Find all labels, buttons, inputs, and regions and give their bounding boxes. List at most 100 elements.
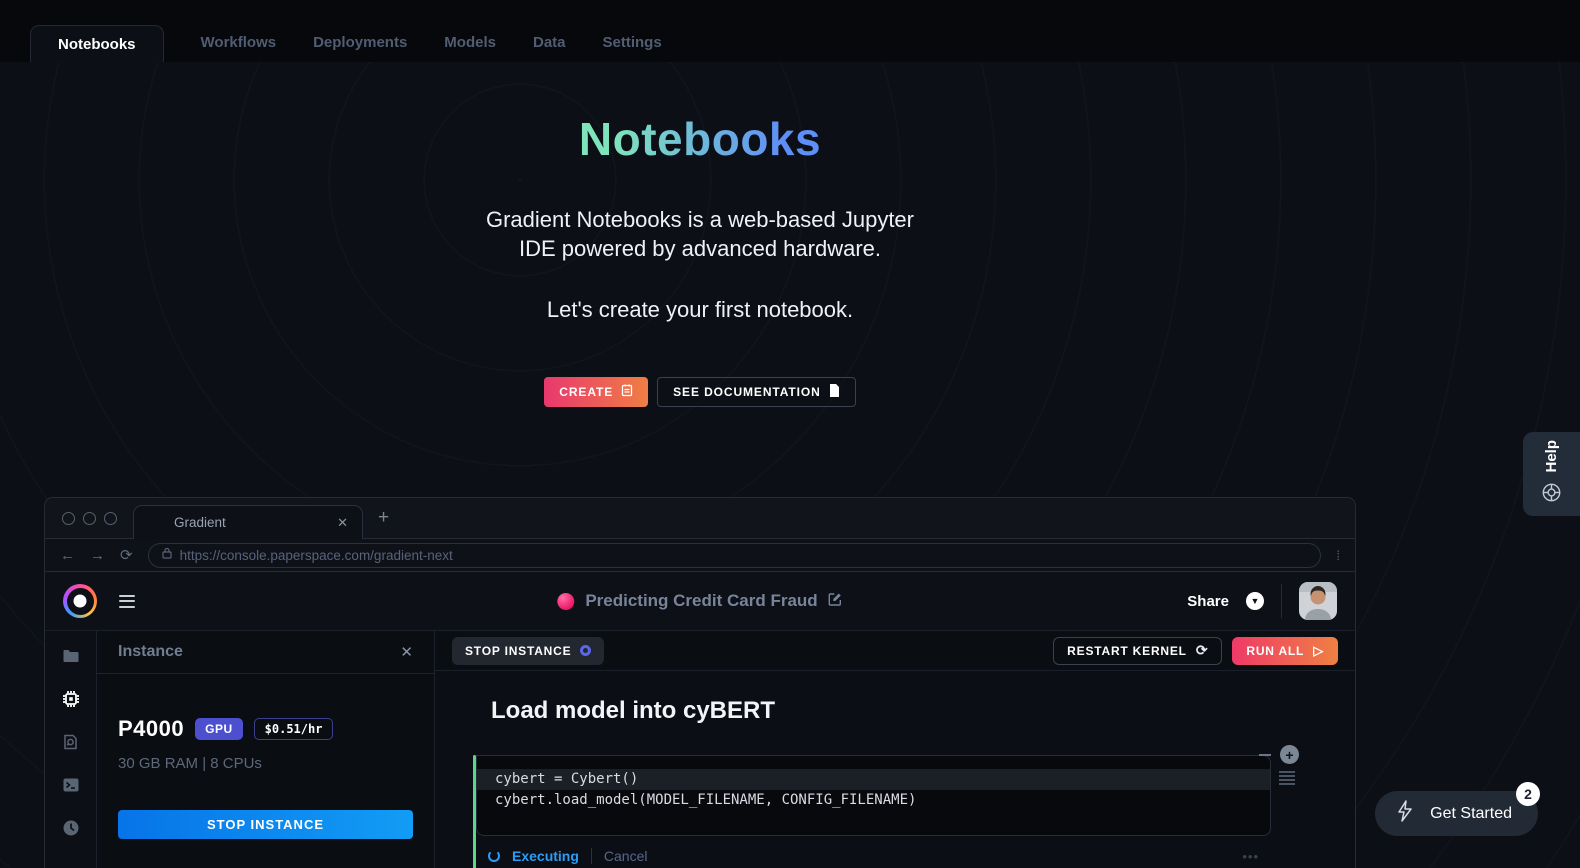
tab-deployments[interactable]: Deployments xyxy=(313,34,407,62)
tab-data[interactable]: Data xyxy=(533,34,566,62)
cell-status-row: Executing Cancel ••• xyxy=(476,836,1271,864)
browser-tab-title: Gradient xyxy=(174,515,226,530)
code-line[interactable]: cybert = Cybert() xyxy=(477,769,1270,790)
price-badge: $0.51/hr xyxy=(253,718,334,740)
help-tab[interactable]: Help xyxy=(1523,432,1580,516)
hero-cta-line: Let's create your first notebook. xyxy=(546,297,854,323)
window-minimize-icon[interactable] xyxy=(83,511,96,525)
tab-close-icon[interactable]: ✕ xyxy=(337,515,348,531)
get-started-button[interactable]: Get Started 2 xyxy=(1375,782,1540,836)
forward-icon[interactable]: → xyxy=(90,547,105,564)
collapse-cell-icon[interactable] xyxy=(1259,753,1271,756)
create-button-label: CREATE xyxy=(559,385,614,400)
create-button[interactable]: CREATE xyxy=(544,377,649,408)
instance-panel-close-icon[interactable]: ✕ xyxy=(400,643,413,661)
see-documentation-label: SEE DOCUMENTATION xyxy=(673,385,821,400)
window-controls[interactable] xyxy=(62,511,117,525)
instance-panel-title: Instance xyxy=(118,643,183,660)
restart-kernel-button[interactable]: RESTART KERNEL ⟳ xyxy=(1053,636,1223,665)
document-icon xyxy=(829,384,840,400)
tab-notebooks[interactable]: Notebooks xyxy=(30,25,164,62)
browser-url-row: ← → ⟳ https://console.paperspace.com/gra… xyxy=(45,539,1355,572)
screen: Notebooks Workflows Deployments Models D… xyxy=(0,0,1580,868)
spinner-icon xyxy=(488,850,500,862)
notebook-title: Predicting Credit Card Fraud xyxy=(585,591,818,610)
header-right: Share ▼ xyxy=(1187,582,1337,620)
refresh-icon[interactable]: ⟳ xyxy=(120,546,133,564)
back-icon[interactable]: ← xyxy=(60,547,75,564)
notebook-color-dot-icon xyxy=(557,592,575,610)
instance-icon[interactable] xyxy=(62,690,80,708)
restart-icon: ⟳ xyxy=(1195,642,1209,658)
code-cell[interactable]: cybert = Cybert() cybert.load_model(MODE… xyxy=(473,755,1271,868)
run-all-label: RUN ALL xyxy=(1246,643,1305,658)
toolbar-stop-instance-button[interactable]: STOP INSTANCE xyxy=(452,636,605,665)
address-bar[interactable]: https://console.paperspace.com/gradient-… xyxy=(147,542,1322,568)
notebook-main-area: STOP INSTANCE RESTART KERNEL ⟳ RUN ALL ▷… xyxy=(435,631,1355,868)
edit-icon[interactable] xyxy=(828,592,843,611)
play-icon: ▷ xyxy=(1313,642,1324,658)
hero-section: Notebooks Gradient Notebooks is a web-ba… xyxy=(230,62,1170,408)
add-cell-icon[interactable]: + xyxy=(1280,745,1299,764)
lifebuoy-icon xyxy=(1541,482,1562,508)
toolbar-stop-instance-label: STOP INSTANCE xyxy=(465,643,572,658)
machine-row: P4000 GPU $0.51/hr xyxy=(118,716,413,742)
tab-workflows[interactable]: Workflows xyxy=(201,34,277,62)
new-tab-icon[interactable]: + xyxy=(378,507,389,529)
gpu-badge: GPU xyxy=(195,718,243,740)
notebook-title-group: Predicting Credit Card Fraud xyxy=(557,591,842,611)
paperspace-logo-ball xyxy=(73,594,87,608)
stop-instance-button[interactable]: STOP INSTANCE xyxy=(118,810,413,839)
share-button[interactable]: Share xyxy=(1187,593,1229,610)
instance-status-icon xyxy=(580,645,592,656)
header-divider xyxy=(1281,584,1282,618)
share-chevron-icon[interactable]: ▼ xyxy=(1246,592,1264,610)
code-editor[interactable]: cybert = Cybert() cybert.load_model(MODE… xyxy=(476,755,1271,836)
tab-notebooks-label: Notebooks xyxy=(58,35,136,53)
tab-models[interactable]: Models xyxy=(444,34,496,62)
instance-panel-body: P4000 GPU $0.51/hr 30 GB RAM | 8 CPUs ST… xyxy=(97,674,434,839)
hero-buttons: CREATE SEE DOCUMENTATION xyxy=(230,377,1170,408)
get-started-label: Get Started xyxy=(1430,804,1512,822)
instance-panel: Instance ✕ P4000 GPU $0.51/hr 30 GB RAM … xyxy=(97,631,435,868)
sidebar-rail xyxy=(45,631,97,868)
see-documentation-button[interactable]: SEE DOCUMENTATION xyxy=(657,377,856,408)
history-clock-icon[interactable] xyxy=(62,819,80,837)
notebook-content: Load model into cyBERT cybert = Cybert()… xyxy=(435,671,1355,868)
cell-controls: + xyxy=(1259,745,1299,764)
browser-menu-icon[interactable]: ⁞ xyxy=(1336,549,1340,562)
browser-window: Gradient ✕ + ← → ⟳ https://console.paper… xyxy=(44,497,1356,868)
notebook-toolbar: STOP INSTANCE RESTART KERNEL ⟳ RUN ALL ▷ xyxy=(435,631,1355,671)
paperspace-logo[interactable] xyxy=(63,584,97,618)
notebook-icon xyxy=(621,384,633,400)
cancel-link[interactable]: Cancel xyxy=(604,848,648,864)
hero-subtitle: Gradient Notebooks is a web-based Jupyte… xyxy=(485,207,914,261)
terminal-icon[interactable] xyxy=(62,776,80,794)
code-line[interactable]: cybert.load_model(MODEL_FILENAME, CONFIG… xyxy=(477,790,1270,811)
cell-list-icon[interactable] xyxy=(1279,771,1295,785)
instance-panel-header: Instance ✕ xyxy=(97,631,434,674)
machine-specs: 30 GB RAM | 8 CPUs xyxy=(118,755,262,772)
browser-chrome: Gradient ✕ + xyxy=(45,498,1355,539)
page-title: Notebooks xyxy=(578,113,822,165)
top-navigation: Notebooks Workflows Deployments Models D… xyxy=(0,0,1580,62)
logs-search-icon[interactable] xyxy=(62,733,80,751)
run-all-button[interactable]: RUN ALL ▷ xyxy=(1232,636,1338,665)
browser-tab[interactable]: Gradient ✕ xyxy=(133,505,363,539)
menu-icon[interactable] xyxy=(119,594,135,608)
restart-kernel-label: RESTART KERNEL xyxy=(1067,643,1187,658)
executing-status: Executing xyxy=(512,848,579,864)
user-avatar[interactable] xyxy=(1299,582,1337,620)
tab-settings[interactable]: Settings xyxy=(603,34,662,62)
status-divider xyxy=(590,848,592,864)
window-close-icon[interactable] xyxy=(62,511,75,525)
window-maximize-icon[interactable] xyxy=(104,511,117,525)
get-started-badge: 2 xyxy=(1516,782,1540,806)
lock-icon xyxy=(161,546,172,564)
help-label: Help xyxy=(1543,440,1560,473)
cell-menu-icon[interactable]: ••• xyxy=(1242,849,1259,864)
cell-section-title: Load model into cyBERT xyxy=(491,697,776,724)
console-body: Instance ✕ P4000 GPU $0.51/hr 30 GB RAM … xyxy=(45,631,1355,868)
machine-name: P4000 xyxy=(118,716,185,741)
files-icon[interactable] xyxy=(62,647,80,665)
